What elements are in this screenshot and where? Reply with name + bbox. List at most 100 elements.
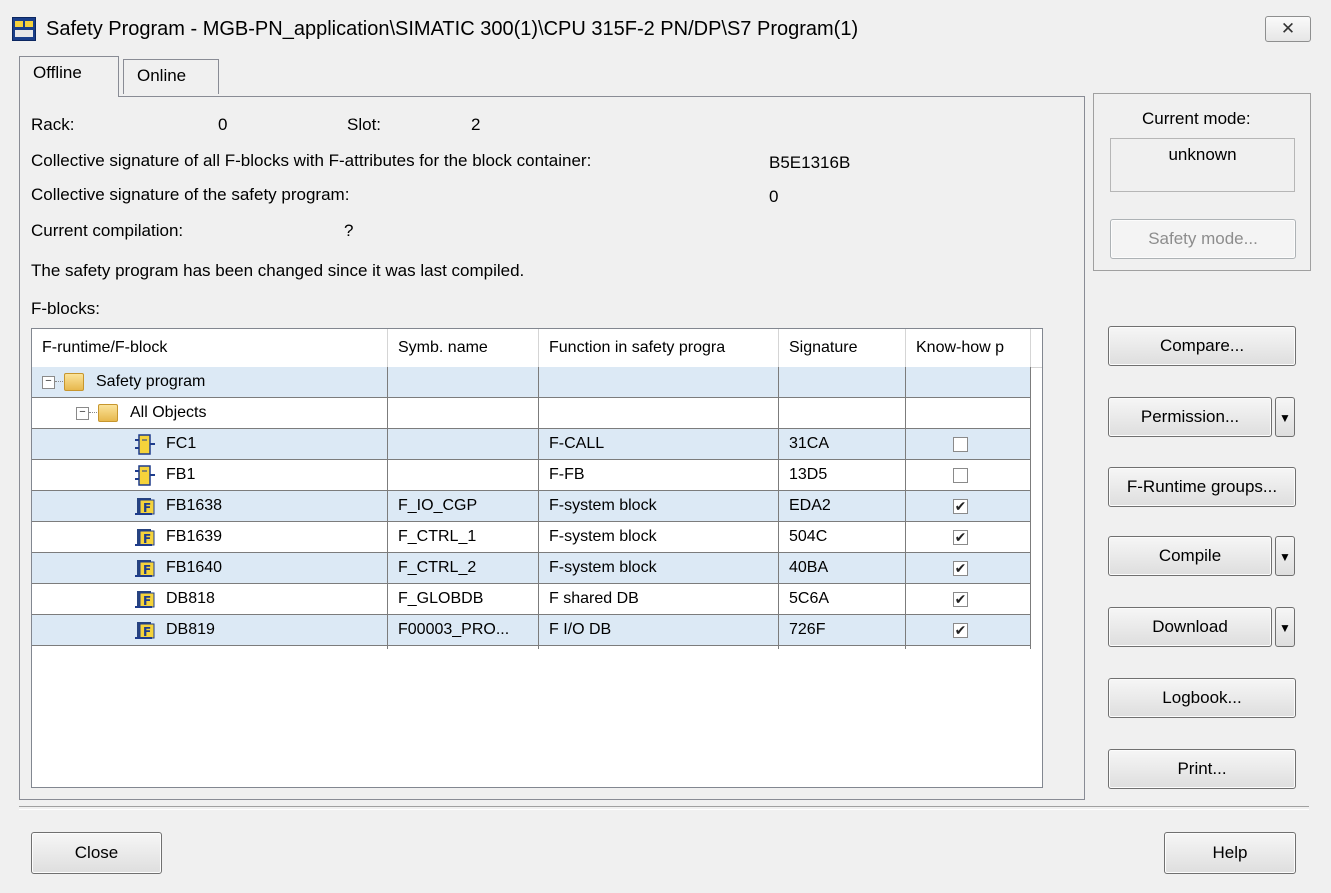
rack-value: 0 (218, 115, 228, 134)
download-dropdown-icon[interactable]: ▼ (1275, 607, 1295, 647)
cell-symb-name (388, 460, 538, 490)
fblock-name: DB818 (166, 590, 215, 607)
cell-fblock: − Safety program (32, 367, 387, 397)
cell-symb-name (388, 398, 538, 428)
cell-fblock: FB1 (32, 460, 387, 490)
cell-knowhow: ✔ (952, 615, 982, 645)
cell-function: F shared DB (549, 590, 639, 607)
fblock-name: Safety program (96, 373, 206, 390)
f-system-block-icon: F (134, 496, 156, 517)
knowhow-checkbox[interactable]: ✔ (953, 530, 968, 545)
safety-mode-button[interactable]: Safety mode... (1110, 219, 1296, 259)
folder-icon (64, 373, 84, 391)
slot-label: Slot: (347, 115, 382, 134)
current-mode-field: unknown (1110, 138, 1295, 192)
cell-fblock: F DB819 (32, 615, 387, 645)
tab-offline[interactable]: Offline (19, 56, 119, 97)
window-title: Safety Program - MGB-PN_application\SIMA… (46, 18, 859, 40)
tree-collapse-icon[interactable]: − (42, 376, 55, 389)
fblocks-label: F-blocks: (31, 299, 100, 318)
current-compilation-label: Current compilation: (31, 221, 184, 240)
cell-fblock: F FB1640 (32, 553, 387, 583)
svg-text:F: F (143, 532, 151, 546)
dialog-separator (19, 806, 1309, 810)
fblock-name: DB819 (166, 621, 215, 638)
svg-text:F: F (143, 594, 151, 608)
cell-knowhow (952, 367, 982, 397)
permission-button[interactable]: Permission... (1108, 397, 1272, 437)
knowhow-checkbox[interactable]: ✔ (953, 561, 968, 576)
collective-fblocks-signature: B5E1316B (769, 153, 851, 172)
cell-fblock: F DB818 (32, 584, 387, 614)
cell-knowhow: ✔ (952, 584, 982, 614)
permission-dropdown-icon[interactable]: ▼ (1275, 397, 1295, 437)
cell-knowhow (952, 398, 982, 428)
cell-fblock: FC1 (32, 429, 387, 459)
fblocks-table[interactable]: F-runtime/F-block Symb. name Function in… (31, 328, 1043, 788)
cell-signature: 726F (789, 621, 826, 638)
cell-function (539, 398, 778, 428)
table-row[interactable]: F DB818 F_GLOBDB F shared DB 5C6A ✔ (32, 584, 1030, 615)
table-row[interactable]: FB1 F-FB 13D5 (32, 460, 1030, 491)
knowhow-checkbox[interactable]: ✔ (953, 623, 968, 638)
current-compilation-value: ? (344, 221, 354, 240)
f-system-block-icon: F (134, 558, 156, 579)
table-row[interactable]: F DB819 F00003_PRO... F I/O DB 726F ✔ (32, 615, 1030, 646)
compile-dropdown-icon[interactable]: ▼ (1275, 536, 1295, 576)
table-row[interactable]: F FB1640 F_CTRL_2 F-system block 40BA ✔ (32, 553, 1030, 584)
slot-value: 2 (471, 115, 481, 134)
cell-signature: EDA2 (789, 497, 831, 514)
knowhow-checkbox[interactable] (953, 437, 968, 452)
compare-button[interactable]: Compare... (1108, 326, 1296, 366)
cell-signature: 31CA (789, 435, 830, 452)
folder-icon (98, 404, 118, 422)
column-header-signature[interactable]: Signature (779, 329, 906, 367)
tab-online[interactable]: Online (123, 59, 219, 94)
knowhow-checkbox[interactable]: ✔ (953, 592, 968, 607)
cell-signature (779, 367, 905, 397)
window-close-button[interactable]: ✕ (1265, 16, 1311, 42)
table-row[interactable]: F FB1638 F_IO_CGP F-system block EDA2 ✔ (32, 491, 1030, 522)
table-row[interactable]: − All Objects (32, 398, 1030, 429)
tree-collapse-icon[interactable]: − (76, 407, 89, 420)
table-row[interactable]: − Safety program (32, 367, 1030, 398)
cell-symb-name: F_CTRL_2 (398, 559, 477, 576)
table-row[interactable]: FC1 F-CALL 31CA (32, 429, 1030, 460)
fblock-name: FB1 (166, 466, 196, 483)
f-system-block-icon: F (134, 589, 156, 610)
cell-function: F-system block (549, 528, 657, 545)
print-button[interactable]: Print... (1108, 749, 1296, 789)
program-changed-message: The safety program has been changed sinc… (31, 261, 525, 280)
cell-symb-name: F00003_PRO... (398, 621, 510, 638)
svg-text:F: F (143, 563, 151, 577)
download-button[interactable]: Download (1108, 607, 1272, 647)
cell-function: F-FB (549, 466, 585, 483)
cell-function: F-system block (549, 497, 657, 514)
knowhow-checkbox[interactable] (953, 468, 968, 483)
cell-function: F-system block (549, 559, 657, 576)
cell-function: F I/O DB (549, 621, 612, 638)
knowhow-checkbox[interactable]: ✔ (953, 499, 968, 514)
help-button[interactable]: Help (1164, 832, 1296, 874)
svg-text:F: F (143, 625, 151, 639)
column-header-fblock[interactable]: F-runtime/F-block (32, 329, 388, 367)
cell-fblock: F FB1638 (32, 491, 387, 521)
cell-signature (779, 398, 905, 428)
column-header-symb-name[interactable]: Symb. name (388, 329, 539, 367)
cell-knowhow (952, 429, 982, 459)
collective-program-signature: 0 (769, 187, 779, 206)
column-header-knowhow[interactable]: Know-how p (906, 329, 1031, 367)
cell-fblock: F FB1639 (32, 522, 387, 552)
fblock-name: FB1638 (166, 497, 223, 514)
close-button[interactable]: Close (31, 832, 162, 874)
cell-signature: 13D5 (789, 466, 828, 483)
logbook-button[interactable]: Logbook... (1108, 678, 1296, 718)
column-header-function[interactable]: Function in safety progra (539, 329, 779, 367)
cell-fblock: − All Objects (32, 398, 387, 428)
table-row[interactable]: F FB1639 F_CTRL_1 F-system block 504C ✔ (32, 522, 1030, 553)
collective-fblocks-label: Collective signature of all F-blocks wit… (31, 151, 592, 170)
compile-button[interactable]: Compile (1108, 536, 1272, 576)
cell-knowhow: ✔ (952, 522, 982, 552)
f-runtime-groups-button[interactable]: F-Runtime groups... (1108, 467, 1296, 507)
cell-symb-name: F_IO_CGP (398, 497, 478, 514)
